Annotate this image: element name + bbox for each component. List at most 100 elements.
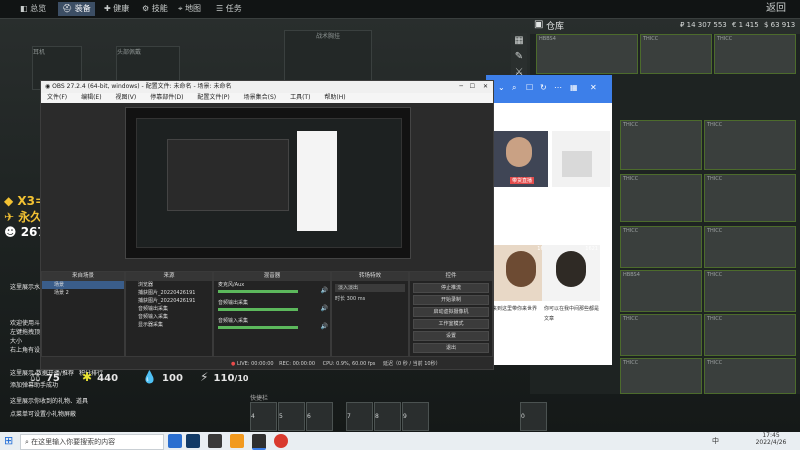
source-item[interactable]: 捕获图片_20220426191 [126,297,212,305]
obs-logo-icon: ◉ [45,83,51,90]
source-item[interactable]: 音频输入采集 [126,313,212,321]
maximize-icon[interactable]: ☐ [470,81,475,93]
gear-slot-label: 战术胸挂 [315,33,340,40]
taskbar-clock[interactable]: 17:45 2022/4/26 [748,432,794,446]
storage-crate[interactable]: THICC [620,226,702,268]
obs-statusbar: ● LIVE: 00:00:00 REC: 00:00:00 CPU: 0.9%… [41,359,493,369]
virtual-camera-button[interactable]: 启动虚拟摄像机 [413,307,489,317]
taskbar-search-input[interactable]: ⌕ 在这里输入你要搜索的内容 [20,434,164,450]
storage-crate[interactable]: THICC [704,314,796,356]
tab-gear[interactable]: ⛑ 装备 [58,2,95,16]
task-view-icon[interactable] [168,434,182,448]
more-icon[interactable]: ⋯ [554,83,562,92]
start-recording-button[interactable]: 开始录制 [413,295,489,305]
back-button[interactable]: 返回 [762,2,790,16]
tab-tasks[interactable]: ☰ 任务 [212,2,246,16]
quickslot-5[interactable]: 5 [278,402,305,431]
scene-item[interactable]: 场景 2 [42,289,124,297]
storage-crate[interactable]: THICC [620,358,702,394]
quickslot-4[interactable]: 4 [250,402,277,431]
tab-map-label: 地图 [185,4,202,13]
quickslot-9[interactable]: 9 [402,402,429,431]
hud-speed-value: 110 [213,373,235,384]
clock-date: 2022/4/26 [755,439,787,446]
menu-help[interactable]: 帮助(H) [324,94,345,101]
quickslot-6[interactable]: 6 [306,402,333,431]
card-likes: 1621 [585,246,598,252]
gear-slot-rig[interactable]: 战术胸挂 [284,30,372,84]
speaker-icon[interactable]: 🔊 [321,323,328,330]
exit-button[interactable]: 退出 [413,343,489,353]
speaker-icon[interactable]: 🔊 [321,305,328,312]
transition-select[interactable]: 淡入淡出 [335,284,405,292]
refresh-icon[interactable]: ↻ [540,83,547,92]
stream-card[interactable] [552,131,610,187]
settings-button[interactable]: 设置 [413,331,489,341]
storage-crate[interactable]: THICC [620,120,702,170]
storage-title: 仓库 [546,22,565,32]
obs-titlebar: ◉ OBS 27.2.4 (64-bit, windows) - 配置文件: 未… [41,81,493,93]
source-item[interactable]: 浏览器 [126,281,212,289]
close-icon[interactable]: ✕ [483,81,488,93]
gear-slot-label: 头部佩戴 [117,49,142,56]
chat-icon[interactable]: ☐ [526,83,533,92]
storage-crate[interactable]: THICC [620,174,702,222]
storage-crate[interactable]: HBBS4 [620,270,702,312]
card-caption: 文章 [544,316,555,322]
quickslot-7[interactable]: 7 [346,402,373,431]
minimize-icon[interactable]: ─ [459,81,463,93]
storage-crate[interactable]: THICC [640,34,712,74]
steam-icon[interactable] [186,434,200,448]
obs-preview[interactable] [125,107,411,259]
source-item[interactable]: 音频输出采集 [126,305,212,313]
menu-scene-collection[interactable]: 场景集合(S) [244,94,277,101]
energy-icon: ✱ [82,370,93,384]
storage-crate[interactable]: THICC [620,314,702,356]
speaker-icon[interactable]: 🔊 [321,287,328,294]
storage-crate[interactable]: THICC [704,270,796,312]
ime-indicator[interactable]: 中 [712,436,719,446]
quickslot-0[interactable]: 0 [520,402,547,431]
close-icon[interactable]: ✕ [590,83,597,92]
storage-crate[interactable]: THICC [704,358,796,394]
source-item[interactable]: 显示器采集 [126,321,212,329]
scene-item[interactable]: 场景 [42,281,124,289]
tab-health[interactable]: ✚ 健康 [100,2,133,16]
search-icon[interactable]: ⌕ [512,83,516,93]
currency-usd: $ 63 913 [764,21,796,29]
stop-streaming-button[interactable]: 停止推流 [413,283,489,293]
storage-crate[interactable]: THICC [704,226,796,268]
douyu-icon[interactable] [274,434,288,448]
wrench-icon[interactable]: ✎ [511,49,527,65]
danmaku-gifts: 这里展示你收到的礼物、道具 点菜单可设置小礼物屏蔽 [10,396,130,418]
menu-file[interactable]: 文件(F) [47,94,67,101]
storage-crate[interactable]: THICC [704,174,796,222]
stream-card[interactable]: 带货直播 [490,131,548,187]
folder-icon[interactable] [230,434,244,448]
menu-tools[interactable]: 工具(T) [290,94,310,101]
quickslot-8[interactable]: 8 [374,402,401,431]
quickslot-number: 6 [307,413,311,420]
menu-edit[interactable]: 编辑(E) [81,94,101,101]
stream-card[interactable]: 1621 [542,245,600,301]
storage-crate[interactable]: HBBS4 [536,34,638,74]
studio-mode-button[interactable]: 工作室模式 [413,319,489,329]
tab-tasks-label: 任务 [225,4,242,13]
menu-view[interactable]: 视图(V) [115,94,136,101]
cpu-status: CPU: 0.9%, 60.00 fps [322,361,376,367]
tab-overview[interactable]: ◧ 总览 [16,2,50,16]
storage-crate[interactable]: THICC [704,120,796,170]
source-item[interactable]: 捕获图片_20220426191 [126,289,212,297]
menu-profile[interactable]: 配置文件(P) [197,94,229,101]
storage-crate[interactable]: THICC [714,34,796,74]
tab-skills[interactable]: ⚙ 技能 [138,2,172,16]
grid-icon[interactable]: ▦ [511,33,527,49]
chevron-down-icon[interactable]: ⌄ [498,83,505,92]
windows-start-icon[interactable]: ⊞ [4,434,13,447]
gamepad-icon[interactable] [208,434,222,448]
obs-taskbar-icon[interactable] [252,434,266,450]
duration-value[interactable]: 300 ms [347,296,366,302]
tab-map[interactable]: ⌖ 地图 [174,2,205,16]
grid-icon[interactable]: ▦ [570,83,578,92]
menu-docks[interactable]: 停靠部件(D) [150,94,183,101]
